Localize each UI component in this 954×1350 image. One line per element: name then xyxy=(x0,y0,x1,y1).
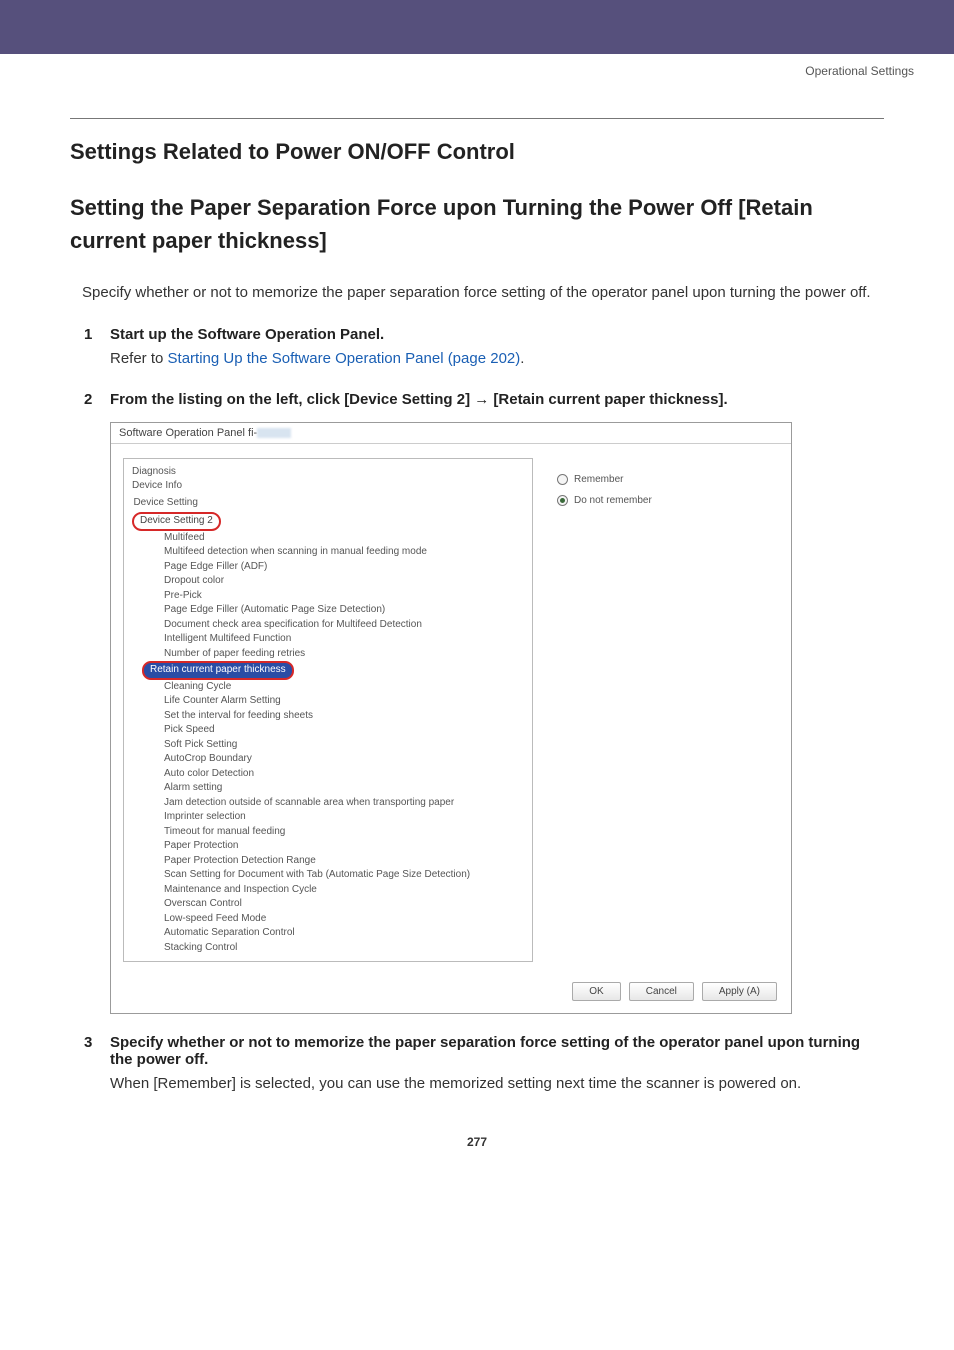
dialog-buttons: OK Cancel Apply (A) xyxy=(111,972,791,1013)
tree-paper-prot[interactable]: Paper Protection xyxy=(132,839,528,854)
page-content: Settings Related to Power ON/OFF Control… xyxy=(0,78,954,1179)
tree-dropout[interactable]: Dropout color xyxy=(132,574,528,589)
tree-prepick[interactable]: Pre-Pick xyxy=(132,589,528,604)
tree-overscan[interactable]: Overscan Control xyxy=(132,897,528,912)
sop-window-title: Software Operation Panel fi- xyxy=(111,423,791,444)
radio-dont-remember[interactable]: Do not remember xyxy=(557,495,777,506)
tree-doc-check[interactable]: Document check area specification for Mu… xyxy=(132,618,528,633)
tree-paper-prot-range[interactable]: Paper Protection Detection Range xyxy=(132,854,528,869)
tree-diagnosis[interactable]: Diagnosis xyxy=(132,465,528,480)
radio-off-icon xyxy=(557,474,568,485)
tree-device-setting[interactable]: X Device Setting xyxy=(132,494,528,513)
options-pane: Remember Do not remember xyxy=(533,444,791,973)
tree-device-setting-label: Device Setting xyxy=(133,497,197,508)
tree-auto-sep[interactable]: Automatic Separation Control xyxy=(132,926,528,941)
tree-pef-adf[interactable]: Page Edge Filler (ADF) xyxy=(132,560,528,575)
cancel-button[interactable]: Cancel xyxy=(629,982,694,1001)
radio-on-icon xyxy=(557,495,568,506)
tree-imprinter[interactable]: Imprinter selection xyxy=(132,810,528,825)
sop-body: Diagnosis Device Info X Device Setting D… xyxy=(111,444,791,973)
step-3: Specify whether or not to memorize the p… xyxy=(84,1034,884,1095)
top-band xyxy=(0,0,954,54)
tree-device-setting2[interactable]: Device Setting 2 xyxy=(132,512,528,531)
sop-window: Software Operation Panel fi- Diagnosis D… xyxy=(110,422,792,1015)
tree-autocrop[interactable]: AutoCrop Boundary xyxy=(132,752,528,767)
tree-mf-manual[interactable]: Multifeed detection when scanning in man… xyxy=(132,545,528,560)
tree-auto-color[interactable]: Auto color Detection xyxy=(132,767,528,782)
tree-jam-outside[interactable]: Jam detection outside of scannable area … xyxy=(132,796,528,811)
tree-pick-speed[interactable]: Pick Speed xyxy=(132,723,528,738)
device-setting2-highlight: Device Setting 2 xyxy=(132,512,221,531)
tree-clean-cycle[interactable]: Cleaning Cycle xyxy=(132,680,528,695)
page-number: 277 xyxy=(70,1135,884,1149)
page-link[interactable]: Starting Up the Software Operation Panel… xyxy=(168,350,521,367)
apply-button[interactable]: Apply (A) xyxy=(702,982,777,1001)
step-2: From the listing on the left, click [Dev… xyxy=(84,391,884,1015)
tree-stacking[interactable]: Stacking Control xyxy=(132,941,528,956)
tree-soft-pick[interactable]: Soft Pick Setting xyxy=(132,738,528,753)
retain-pt-highlight: Retain current paper thickness xyxy=(142,661,294,680)
setting-heading: Setting the Paper Separation Force upon … xyxy=(70,191,884,257)
tree-num-retries[interactable]: Number of paper feeding retries xyxy=(132,647,528,662)
tree-low-speed[interactable]: Low-speed Feed Mode xyxy=(132,912,528,927)
tree-retain-pt[interactable]: Retain current paper thickness xyxy=(132,661,528,680)
tree-life-alarm[interactable]: Life Counter Alarm Setting xyxy=(132,694,528,709)
step-1: Start up the Software Operation Panel. R… xyxy=(84,326,884,370)
radio-dont-label: Do not remember xyxy=(574,495,652,506)
tree-scan-tab[interactable]: Scan Setting for Document with Tab (Auto… xyxy=(132,868,528,883)
tree-multifeed[interactable]: Multifeed xyxy=(132,531,528,546)
radio-remember-label: Remember xyxy=(574,474,623,485)
breadcrumb: Operational Settings xyxy=(0,54,954,78)
group-heading: Settings Related to Power ON/OFF Control xyxy=(70,139,884,165)
tree-interval-feed[interactable]: Set the interval for feeding sheets xyxy=(132,709,528,724)
step-1-prefix: Refer to xyxy=(110,350,168,367)
tree-device-info[interactable]: Device Info xyxy=(132,479,528,494)
step-1-suffix: . xyxy=(520,350,524,367)
ok-button[interactable]: OK xyxy=(572,982,620,1001)
settings-tree[interactable]: Diagnosis Device Info X Device Setting D… xyxy=(123,458,533,963)
step-1-head: Start up the Software Operation Panel. xyxy=(110,326,884,343)
tree-alarm[interactable]: Alarm setting xyxy=(132,781,528,796)
tree-maint-insp[interactable]: Maintenance and Inspection Cycle xyxy=(132,883,528,898)
step-1-body: Refer to Starting Up the Software Operat… xyxy=(110,347,884,370)
tree-timeout-manual[interactable]: Timeout for manual feeding xyxy=(132,825,528,840)
tree-pef-auto[interactable]: Page Edge Filler (Automatic Page Size De… xyxy=(132,603,528,618)
sop-title-text: Software Operation Panel fi- xyxy=(119,427,257,439)
section-rule xyxy=(70,118,884,119)
tree-intel-mf[interactable]: Intelligent Multifeed Function xyxy=(132,632,528,647)
sop-title-blur xyxy=(257,428,291,438)
step-3-body: When [Remember] is selected, you can use… xyxy=(110,1072,884,1095)
steps-list: Start up the Software Operation Panel. R… xyxy=(84,326,884,1095)
intro-paragraph: Specify whether or not to memorize the p… xyxy=(70,281,884,304)
radio-remember[interactable]: Remember xyxy=(557,474,777,485)
step-3-head: Specify whether or not to memorize the p… xyxy=(110,1034,884,1068)
step-2-head: From the listing on the left, click [Dev… xyxy=(110,391,884,408)
